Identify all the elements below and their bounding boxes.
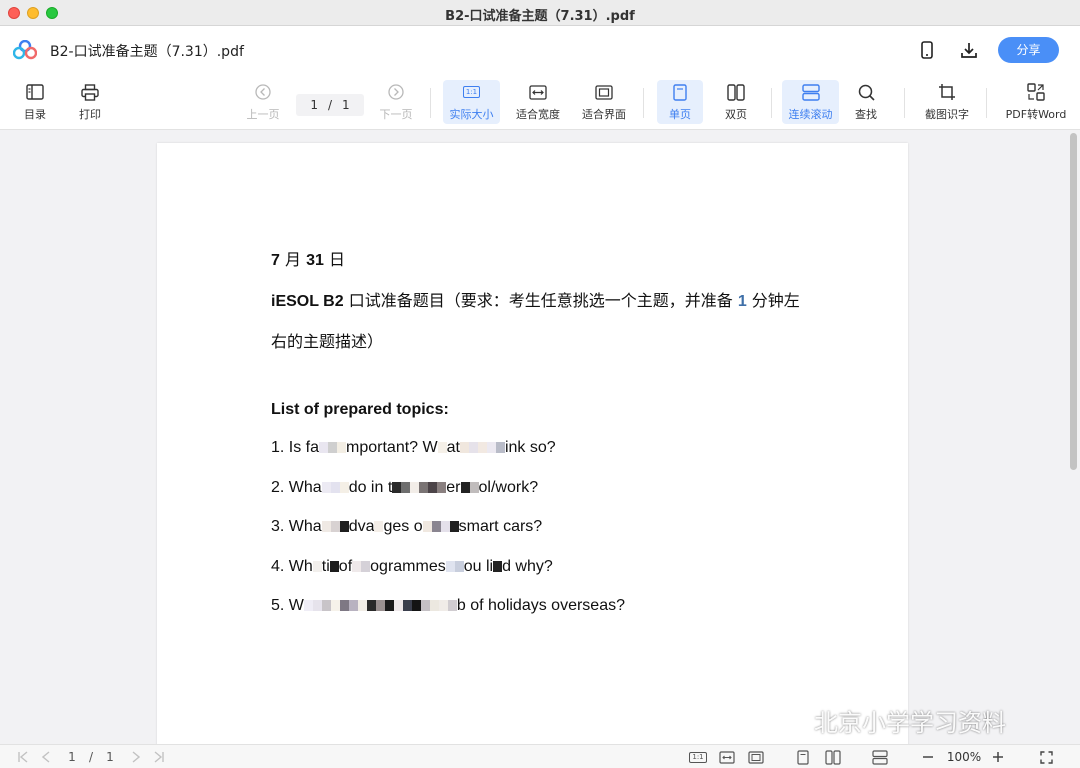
single-page-icon xyxy=(673,80,687,104)
fit-window-icon xyxy=(595,80,613,104)
toolbar-divider xyxy=(430,88,431,118)
next-page-label: 下一页 xyxy=(379,108,413,121)
prev-page-label: 上一页 xyxy=(246,108,280,121)
search-icon xyxy=(858,80,875,104)
toc-button[interactable]: 目录 xyxy=(19,80,51,124)
document-viewport[interactable]: 7 月 31 日 iESOL B2 口试准备题目（要求：考生任意挑选一个主题，并… xyxy=(0,131,1068,744)
wechat-icon xyxy=(780,709,810,739)
next-page-button[interactable]: 下一页 xyxy=(378,80,414,124)
fit-width-button[interactable]: 适合宽度 xyxy=(512,80,564,124)
status-current-page[interactable]: 1 xyxy=(66,749,78,765)
fullscreen-icon[interactable] xyxy=(1038,749,1054,765)
download-icon[interactable] xyxy=(957,38,981,62)
first-page-icon[interactable] xyxy=(16,749,30,765)
topics-heading: List of prepared topics: xyxy=(271,401,449,418)
status-fit-window-icon[interactable] xyxy=(747,749,765,765)
double-page-label: 双页 xyxy=(725,108,747,121)
topic-item: 3. Wha dva ges o smart cars? xyxy=(271,518,543,535)
page-separator: / xyxy=(327,98,333,112)
toc-label: 目录 xyxy=(24,108,46,121)
toolbar-divider xyxy=(904,88,905,118)
chevron-left-circle-icon xyxy=(255,80,271,104)
current-page: 1 xyxy=(310,98,318,112)
total-pages: 1 xyxy=(342,98,350,112)
toolbar-divider xyxy=(771,88,772,118)
fit-width-icon xyxy=(529,80,547,104)
crop-icon xyxy=(938,80,956,104)
scrollbar-thumb[interactable] xyxy=(1070,133,1077,470)
app-logo-icon xyxy=(13,40,37,60)
fit-window-button[interactable]: 适合界面 xyxy=(578,80,630,124)
window-title: B2-口试准备主题（7.31）.pdf xyxy=(445,9,635,24)
print-label: 打印 xyxy=(79,108,101,121)
actual-size-icon: 1:1 xyxy=(462,80,481,104)
status-fit-width-icon[interactable] xyxy=(718,749,736,765)
toolbar: 目录 打印 上一页 1 / 1 下一页 1:1 实际大小 适合宽度 适合界面 单… xyxy=(0,74,1080,130)
toolbar-divider xyxy=(986,88,987,118)
topic-item: 1. Is fa mportant? Wat ink so? xyxy=(271,439,556,456)
status-bar: 1 / 1 1:1 100% xyxy=(0,744,1080,768)
document-date: 7 月 31 日 xyxy=(271,250,345,269)
document-intro: iESOL B2 口试准备题目（要求：考生任意挑选一个主题，并准备 1 分钟左右… xyxy=(271,291,800,351)
last-page-icon[interactable] xyxy=(152,749,166,765)
printer-icon xyxy=(81,80,99,104)
document-title: B2-口试准备主题（7.31）.pdf xyxy=(50,44,244,60)
fit-window-label: 适合界面 xyxy=(582,108,626,121)
status-single-page-icon[interactable] xyxy=(795,749,811,765)
continuous-scroll-icon xyxy=(801,80,820,104)
status-page-separator: / xyxy=(88,750,94,764)
find-label: 查找 xyxy=(855,108,877,121)
share-button[interactable]: 分享 xyxy=(998,37,1059,63)
status-double-page-icon[interactable] xyxy=(824,749,842,765)
single-page-label: 单页 xyxy=(669,108,691,121)
double-page-button[interactable]: 双页 xyxy=(713,80,759,124)
zoom-in-icon[interactable] xyxy=(991,749,1005,765)
watermark: 北京小学学习资料 xyxy=(780,703,1006,739)
screenshot-ocr-label: 截图识字 xyxy=(925,108,969,121)
continuous-scroll-button[interactable]: 连续滚动 xyxy=(782,80,839,124)
double-page-icon xyxy=(727,80,745,104)
toolbar-divider xyxy=(643,88,644,118)
single-page-button[interactable]: 单页 xyxy=(657,80,703,124)
pdf-to-word-label: PDF转Word xyxy=(1005,108,1067,121)
fit-width-label: 适合宽度 xyxy=(516,108,560,121)
print-button[interactable]: 打印 xyxy=(74,80,106,124)
pdf-page: 7 月 31 日 iESOL B2 口试准备题目（要求：考生任意挑选一个主题，并… xyxy=(157,143,908,744)
prev-page-button[interactable]: 上一页 xyxy=(245,80,281,124)
sidebar-icon xyxy=(26,80,44,104)
zoom-out-icon[interactable] xyxy=(921,749,935,765)
continuous-scroll-label: 连续滚动 xyxy=(788,108,833,121)
chevron-right-circle-icon xyxy=(388,80,404,104)
topic-item: 2. Wha do in t er ol/work? xyxy=(271,478,539,496)
page-number-input[interactable]: 1 / 1 xyxy=(296,94,364,116)
status-continuous-icon[interactable] xyxy=(871,749,889,765)
next-page-icon[interactable] xyxy=(130,749,142,765)
convert-icon xyxy=(1027,80,1045,104)
actual-size-label: 实际大小 xyxy=(449,108,494,121)
topics-list: 1. Is fa mportant? Wat ink so? 2. Wha do in… xyxy=(271,439,625,637)
topic-item: 4. Wh ti of ogrammes ou li d why? xyxy=(271,557,553,575)
actual-size-button[interactable]: 1:1 实际大小 xyxy=(443,80,500,124)
find-button[interactable]: 查找 xyxy=(848,80,884,124)
screenshot-ocr-button[interactable]: 截图识字 xyxy=(920,80,974,124)
app-header: B2-口试准备主题（7.31）.pdf 分享 xyxy=(0,26,1080,74)
topic-item: 5. Wb of holidays overseas? xyxy=(271,597,625,614)
status-total-pages: 1 xyxy=(106,750,114,764)
mobile-phone-icon[interactable] xyxy=(915,38,939,62)
prev-page-icon[interactable] xyxy=(40,749,52,765)
zoom-level[interactable]: 100% xyxy=(944,749,984,765)
status-actual-size-icon[interactable]: 1:1 xyxy=(688,749,708,765)
window-titlebar: B2-口试准备主题（7.31）.pdf xyxy=(0,0,1080,26)
pdf-to-word-button[interactable]: PDF转Word xyxy=(1000,80,1072,124)
